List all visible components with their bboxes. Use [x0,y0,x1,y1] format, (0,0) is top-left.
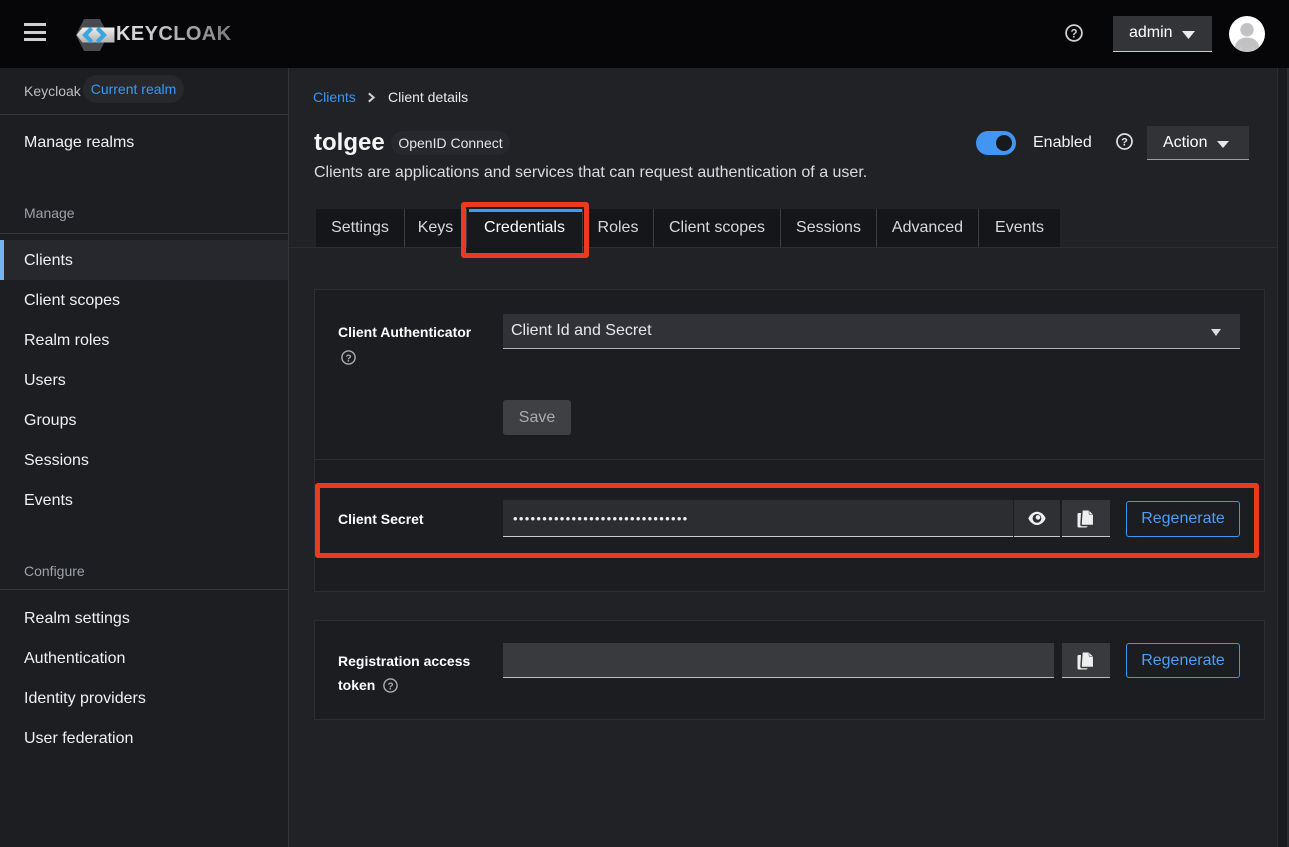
svg-text:?: ? [345,353,351,364]
svg-text:?: ? [1121,137,1128,149]
svg-text:?: ? [387,681,393,692]
svg-text:?: ? [1070,28,1077,40]
